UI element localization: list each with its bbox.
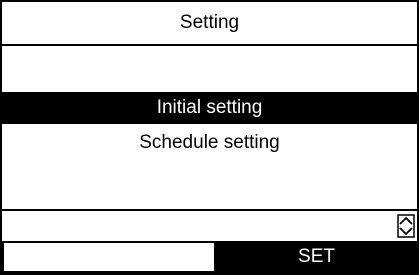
menu-item-schedule-setting[interactable]: Schedule setting bbox=[2, 127, 417, 159]
screen-title: Setting bbox=[2, 2, 417, 46]
menu-item-initial-setting[interactable]: Initial setting bbox=[2, 92, 417, 124]
set-softkey[interactable]: SET bbox=[216, 241, 417, 273]
device-screen: Setting Initial setting Schedule setting… bbox=[0, 0, 419, 275]
softkey-bar: SET bbox=[2, 241, 417, 273]
left-softkey[interactable] bbox=[2, 241, 216, 273]
status-bar bbox=[2, 209, 417, 241]
scroll-up-down-icon[interactable] bbox=[397, 214, 415, 238]
settings-menu: Initial setting Schedule setting bbox=[2, 46, 417, 209]
